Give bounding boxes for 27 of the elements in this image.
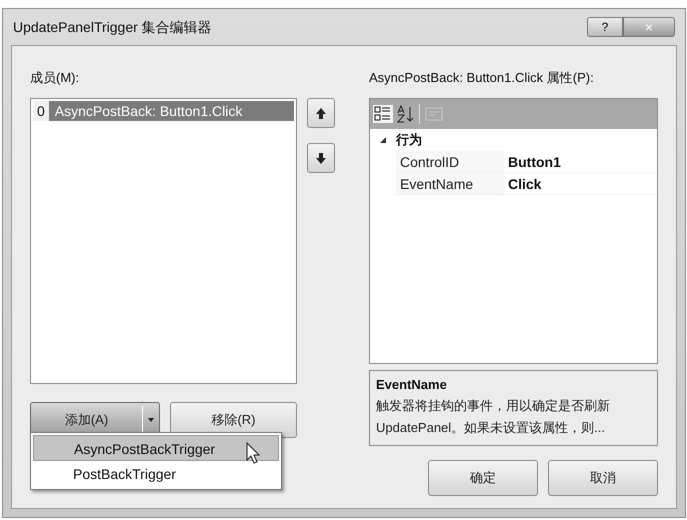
property-value: Button1 [507, 153, 562, 172]
category-name: 行为 [396, 131, 422, 150]
menu-item[interactable]: PostBackTrigger [33, 461, 279, 487]
arrow-up-icon [315, 106, 327, 120]
description-title: EventName [376, 376, 448, 394]
mouse-pointer-icon [246, 442, 260, 464]
item-text: AsyncPostBack: Button1.Click [54, 102, 244, 121]
property-name: ControlID [396, 151, 504, 172]
dropdown-caret-icon[interactable] [148, 418, 154, 422]
properties-label: AsyncPostBack: Button1.Click 属性(P): [369, 69, 595, 87]
sort-alphabetical-icon[interactable] [395, 105, 415, 123]
member-item[interactable]: 0 AsyncPostBack: Button1.Click [33, 101, 294, 121]
move-up-button[interactable] [307, 98, 335, 128]
property-value: Click [507, 175, 542, 194]
item-index: 0 [33, 101, 49, 121]
help-button[interactable]: ? [587, 17, 623, 37]
menu-item[interactable]: AsyncPostBackTrigger [33, 435, 279, 461]
ok-button[interactable]: 确定 [428, 460, 538, 496]
description-text: 触发器将挂钩的事件，用以确定是否刷新UpdatePanel。如果未设置该属性，则... [376, 396, 611, 437]
window-title: UpdatePanelTrigger 集合编辑器 [13, 18, 212, 37]
arrow-down-icon [315, 152, 327, 164]
cancel-button[interactable]: 取消 [548, 460, 658, 496]
categorized-icon[interactable] [373, 105, 393, 123]
members-label: 成员(M): [30, 69, 80, 87]
property-name: EventName [396, 173, 504, 194]
collapse-triangle-icon[interactable] [380, 137, 386, 143]
move-down-button[interactable] [307, 143, 335, 173]
